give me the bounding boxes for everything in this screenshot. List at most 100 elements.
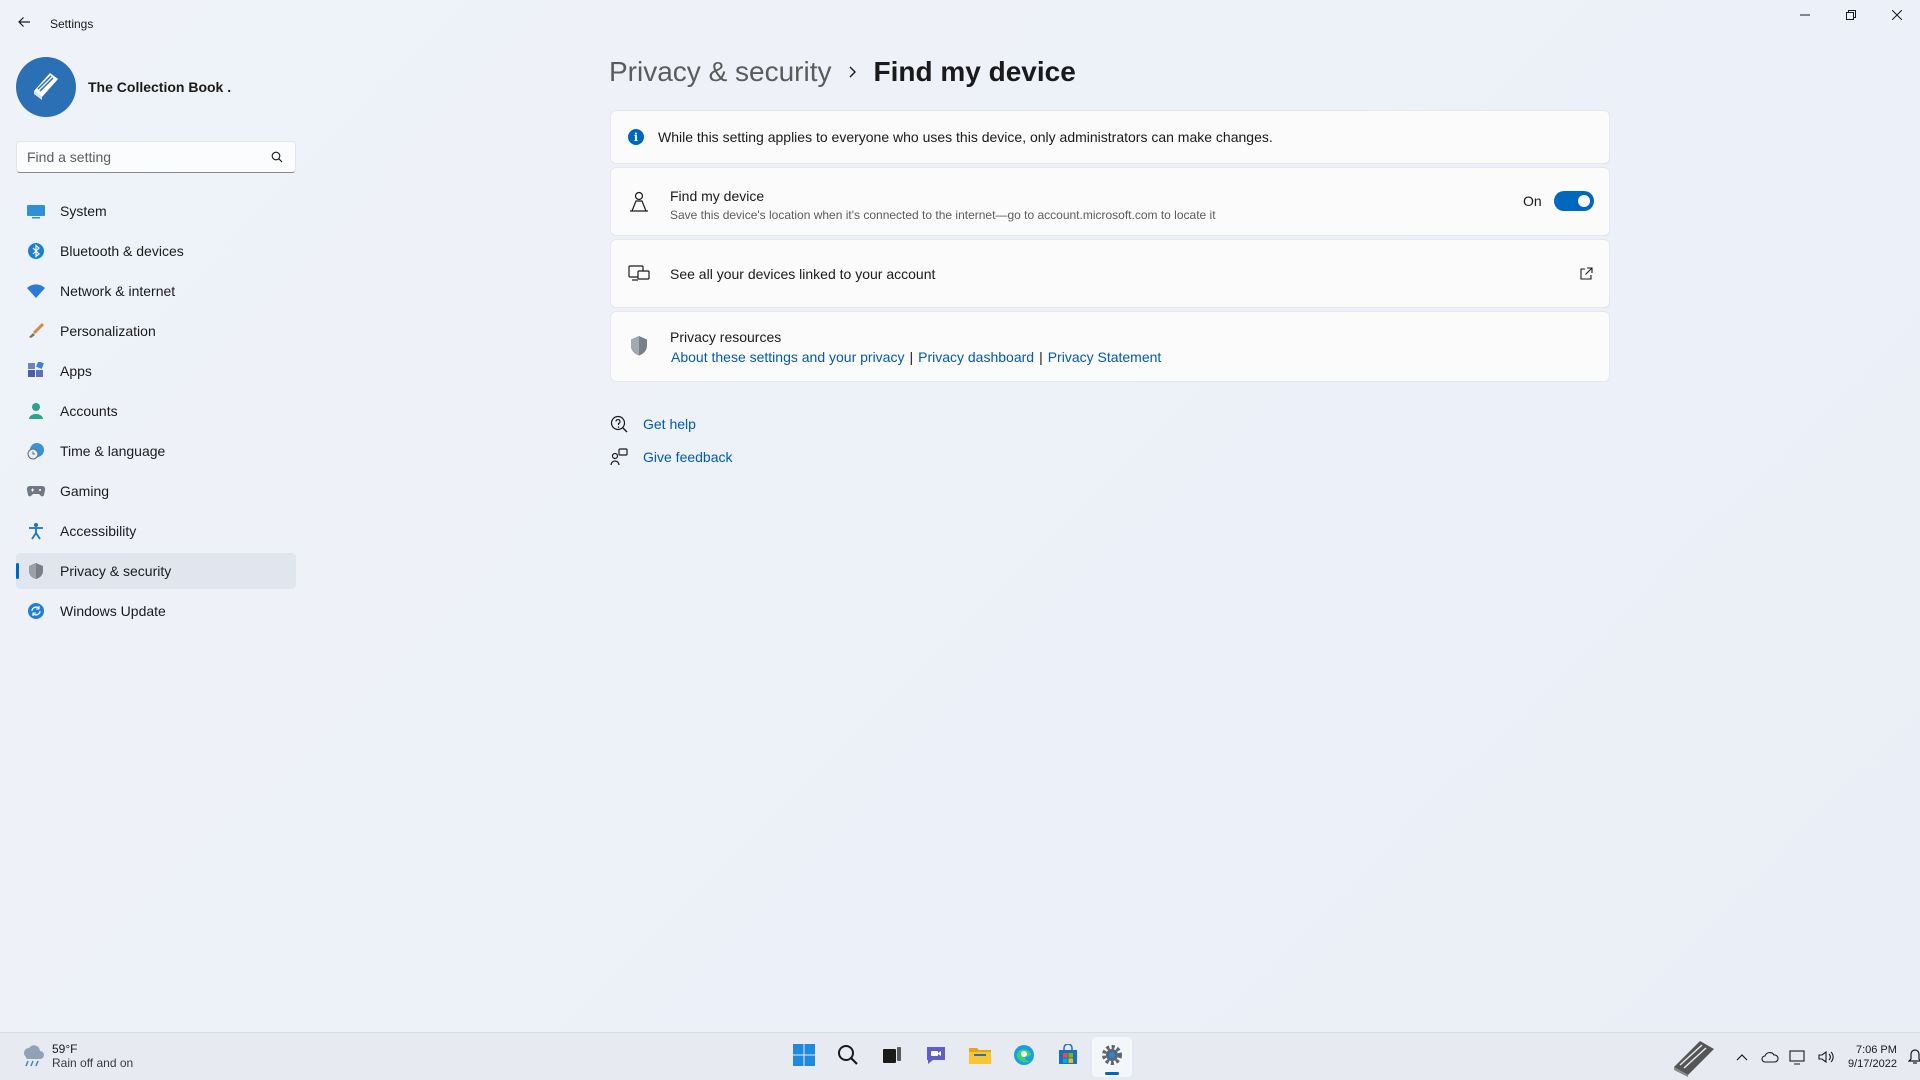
- sidebar-item-label: Accounts: [60, 403, 118, 419]
- restore-button[interactable]: [1828, 0, 1874, 32]
- sidebar-item-time-language[interactable]: Time & language: [16, 433, 296, 469]
- toggle-knob: [1578, 195, 1590, 207]
- sidebar-item-network[interactable]: Network & internet: [16, 273, 296, 309]
- network-icon[interactable]: [1784, 1041, 1812, 1073]
- sidebar-item-label: Time & language: [60, 443, 166, 459]
- gamepad-icon: [26, 481, 46, 501]
- about-privacy-link[interactable]: About these settings and your privacy: [671, 349, 904, 365]
- person-icon: [26, 401, 46, 421]
- taskbar: 59°F Rain off and on 7:06 PM 9/17/2022: [0, 1032, 1920, 1080]
- breadcrumb: Privacy & security Find my device: [609, 56, 1076, 88]
- restore-icon: [1846, 7, 1856, 25]
- privacy-resources-title: Privacy resources: [670, 329, 782, 345]
- weather-condition: Rain off and on: [52, 1056, 134, 1070]
- clock[interactable]: 7:06 PM 9/17/2022: [1848, 1043, 1897, 1071]
- chat-button[interactable]: [916, 1037, 956, 1077]
- sidebar-item-privacy-security[interactable]: Privacy & security: [16, 553, 296, 589]
- clock-date: 9/17/2022: [1848, 1058, 1897, 1070]
- sidebar-item-accounts[interactable]: Accounts: [16, 393, 296, 429]
- notification-bell-icon[interactable]: [1905, 1047, 1920, 1067]
- sidebar-item-accessibility[interactable]: Accessibility: [16, 513, 296, 549]
- chevron-up-icon[interactable]: [1728, 1041, 1756, 1073]
- close-button[interactable]: [1874, 0, 1920, 32]
- info-banner-text: While this setting applies to everyone w…: [658, 129, 1273, 145]
- book-watermark-icon: [1666, 1037, 1722, 1077]
- privacy-statement-link[interactable]: Privacy Statement: [1048, 349, 1162, 365]
- globe-clock-icon: [26, 441, 46, 461]
- close-icon: [1891, 7, 1903, 25]
- profile-name: The Collection Book .: [88, 79, 232, 95]
- page-title: Find my device: [873, 56, 1076, 87]
- edge-icon: [1012, 1043, 1036, 1072]
- weather-temperature: 59°F: [52, 1042, 78, 1056]
- find-my-device-toggle[interactable]: [1554, 191, 1594, 211]
- find-my-device-setting: Find my device Save this device's locati…: [610, 167, 1610, 236]
- sidebar-item-label: Personalization: [60, 323, 156, 339]
- chat-icon: [924, 1043, 948, 1072]
- update-icon: [26, 601, 46, 621]
- minimize-button[interactable]: [1782, 0, 1828, 32]
- linked-devices-title: See all your devices linked to your acco…: [670, 266, 936, 282]
- admin-info-banner: i While this setting applies to everyone…: [610, 110, 1610, 164]
- store-button[interactable]: [1048, 1037, 1088, 1077]
- privacy-links: About these settings and your privacy | …: [671, 349, 1161, 365]
- edge-button[interactable]: [1004, 1037, 1044, 1077]
- sidebar-item-label: Windows Update: [60, 603, 166, 619]
- sidebar-item-system[interactable]: System: [16, 193, 296, 229]
- sidebar-item-apps[interactable]: Apps: [16, 353, 296, 389]
- app-title: Settings: [50, 17, 94, 31]
- clock-time: 7:06 PM: [1855, 1044, 1897, 1056]
- minimize-icon: [1800, 7, 1810, 25]
- brush-icon: [26, 321, 46, 341]
- get-help-label: Get help: [643, 416, 696, 432]
- sidebar-item-label: System: [60, 203, 107, 219]
- sidebar-item-gaming[interactable]: Gaming: [16, 473, 296, 509]
- person-location-icon: [627, 190, 651, 214]
- sidebar-item-label: Accessibility: [60, 523, 137, 539]
- breadcrumb-parent-link[interactable]: Privacy & security: [609, 56, 832, 88]
- sidebar-item-label: Apps: [60, 363, 92, 379]
- give-feedback-label: Give feedback: [643, 449, 733, 465]
- linked-devices-link[interactable]: See all your devices linked to your acco…: [610, 239, 1610, 308]
- sidebar-item-bluetooth[interactable]: Bluetooth & devices: [16, 233, 296, 269]
- toggle-state-label: On: [1523, 193, 1542, 209]
- chevron-right-icon: [848, 65, 858, 79]
- file-explorer-button[interactable]: [960, 1037, 1000, 1077]
- back-button[interactable]: [12, 12, 36, 36]
- task-view-button[interactable]: [872, 1037, 912, 1077]
- link-separator: |: [1039, 349, 1043, 365]
- link-separator: |: [909, 349, 914, 365]
- get-help-link[interactable]: Get help: [609, 414, 696, 434]
- help-icon: [609, 414, 629, 434]
- shield-icon: [26, 561, 46, 581]
- settings-window: Settings The Collection Book . Find a se…: [0, 0, 1920, 1032]
- start-button[interactable]: [784, 1037, 824, 1077]
- privacy-dashboard-link[interactable]: Privacy dashboard: [918, 349, 1034, 365]
- volume-icon[interactable]: [1812, 1041, 1840, 1073]
- find-my-device-title: Find my device: [670, 188, 765, 204]
- settings-taskbar-button[interactable]: [1092, 1037, 1132, 1077]
- search-icon: [269, 149, 285, 165]
- taskbar-apps: [784, 1037, 1136, 1077]
- monitor-icon: [26, 201, 46, 221]
- give-feedback-link[interactable]: Give feedback: [609, 447, 733, 467]
- bluetooth-icon: [26, 241, 46, 261]
- rain-cloud-icon: [18, 1042, 46, 1070]
- store-icon: [1057, 1042, 1079, 1071]
- search-box[interactable]: [16, 141, 296, 173]
- sidebar-item-label: Network & internet: [60, 283, 176, 299]
- sidebar-item-personalization[interactable]: Personalization: [16, 313, 296, 349]
- onedrive-icon[interactable]: [1756, 1041, 1784, 1073]
- privacy-resources: Privacy resources About these settings a…: [610, 311, 1610, 382]
- info-icon: i: [628, 129, 644, 145]
- sidebar-item-windows-update[interactable]: Windows Update: [16, 593, 296, 629]
- apps-icon: [26, 361, 46, 381]
- open-external-icon: [1577, 265, 1595, 283]
- search-input[interactable]: [27, 149, 269, 165]
- weather-widget[interactable]: 59°F Rain off and on: [18, 1042, 133, 1070]
- sidebar-item-label: Privacy & security: [60, 563, 172, 579]
- sidebar-item-label: Gaming: [60, 483, 110, 499]
- user-profile[interactable]: The Collection Book .: [16, 57, 231, 117]
- sidebar-nav: System Bluetooth & devices Network & int…: [16, 193, 296, 633]
- taskbar-search-button[interactable]: [828, 1037, 868, 1077]
